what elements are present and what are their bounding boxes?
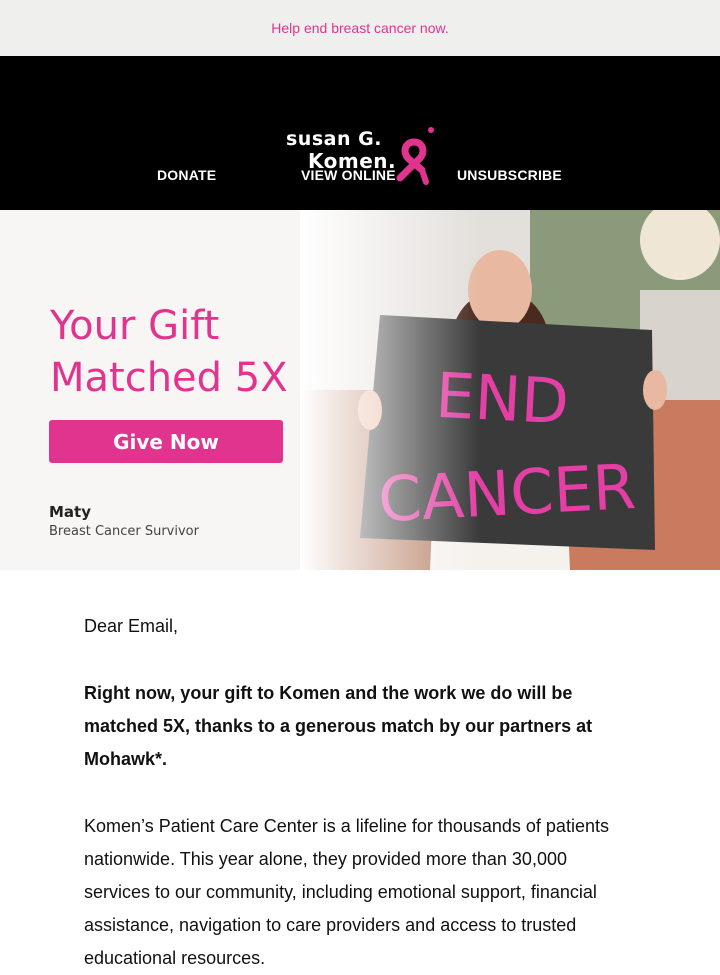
hero-title: Your Gift Matched 5X [50, 300, 288, 404]
logo-wordmark: susan G. Komen. [286, 128, 396, 172]
lead-paragraph: Right now, your gift to Komen and the wo… [84, 683, 593, 769]
nav-view-online[interactable]: VIEW ONLINE [301, 167, 396, 183]
body-paragraph: Komen’s Patient Care Center is a lifelin… [84, 816, 609, 968]
nav-donate[interactable]: DONATE [157, 167, 216, 183]
survivor-name: Maty [49, 503, 91, 521]
survivor-role: Breast Cancer Survivor [49, 524, 199, 539]
header-nav: DONATE VIEW ONLINE UNSUBSCRIBE [0, 167, 720, 183]
give-now-button[interactable]: Give Now [49, 420, 283, 463]
nav-unsubscribe[interactable]: UNSUBSCRIBE [457, 167, 562, 183]
hero-title-line1: Your Gift [50, 303, 220, 349]
hero-banner[interactable]: END CANCER Your Gift Matched 5X Give Now… [0, 210, 720, 570]
hero-title-line2: Matched 5X [50, 355, 288, 401]
salutation: Dear Email, [84, 616, 179, 636]
preheader-bar: Help end breast cancer now. [0, 0, 720, 56]
preheader-link[interactable]: Help end breast cancer now. [271, 20, 448, 36]
logo-line1: susan G. [286, 128, 382, 150]
email-body: Dear Email, Right now, your gift to Kome… [0, 570, 720, 975]
hero-fade [300, 210, 480, 570]
email-header: susan G. Komen. [0, 56, 720, 210]
